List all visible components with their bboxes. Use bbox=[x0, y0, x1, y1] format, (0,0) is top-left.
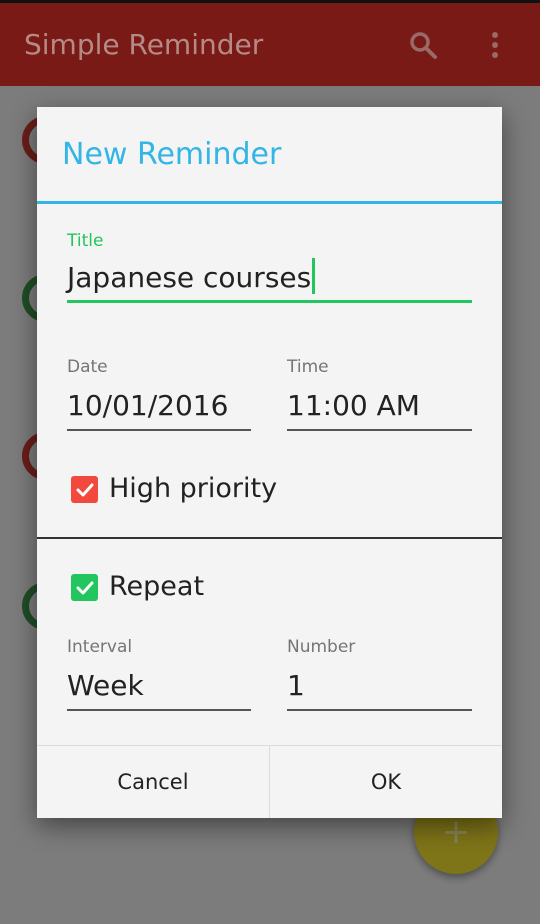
high-priority-label[interactable]: High priority bbox=[109, 473, 277, 504]
title-label: Title bbox=[67, 231, 104, 251]
interval-field[interactable]: Week bbox=[67, 667, 251, 711]
app-title: Simple Reminder bbox=[24, 28, 264, 61]
repeat-checkbox[interactable] bbox=[71, 574, 98, 601]
number-label: Number bbox=[287, 637, 356, 657]
search-icon[interactable] bbox=[396, 18, 450, 72]
check-icon bbox=[76, 581, 93, 594]
time-label: Time bbox=[287, 357, 329, 377]
cancel-button[interactable]: Cancel bbox=[37, 746, 269, 818]
time-field[interactable]: 11:00 AM bbox=[287, 387, 472, 431]
number-field[interactable]: 1 bbox=[287, 667, 472, 711]
section-divider bbox=[37, 537, 502, 539]
new-reminder-dialog: New Reminder Title Japanese courses Date… bbox=[37, 107, 502, 818]
check-icon bbox=[76, 483, 93, 496]
interval-label: Interval bbox=[67, 637, 133, 657]
ok-button[interactable]: OK bbox=[269, 746, 502, 818]
title-value: Japanese courses bbox=[67, 261, 312, 294]
plus-icon: + bbox=[441, 812, 471, 852]
date-field[interactable]: 10/01/2016 bbox=[67, 387, 251, 431]
dialog-title: New Reminder bbox=[37, 107, 502, 204]
date-label: Date bbox=[67, 357, 108, 377]
repeat-label[interactable]: Repeat bbox=[109, 571, 204, 602]
title-field[interactable]: Japanese courses bbox=[67, 258, 472, 303]
text-cursor bbox=[312, 258, 316, 294]
dialog-buttons: Cancel OK bbox=[37, 745, 502, 818]
more-vert-icon[interactable] bbox=[468, 18, 522, 72]
high-priority-checkbox[interactable] bbox=[71, 476, 98, 503]
app-bar: Simple Reminder bbox=[0, 3, 540, 86]
